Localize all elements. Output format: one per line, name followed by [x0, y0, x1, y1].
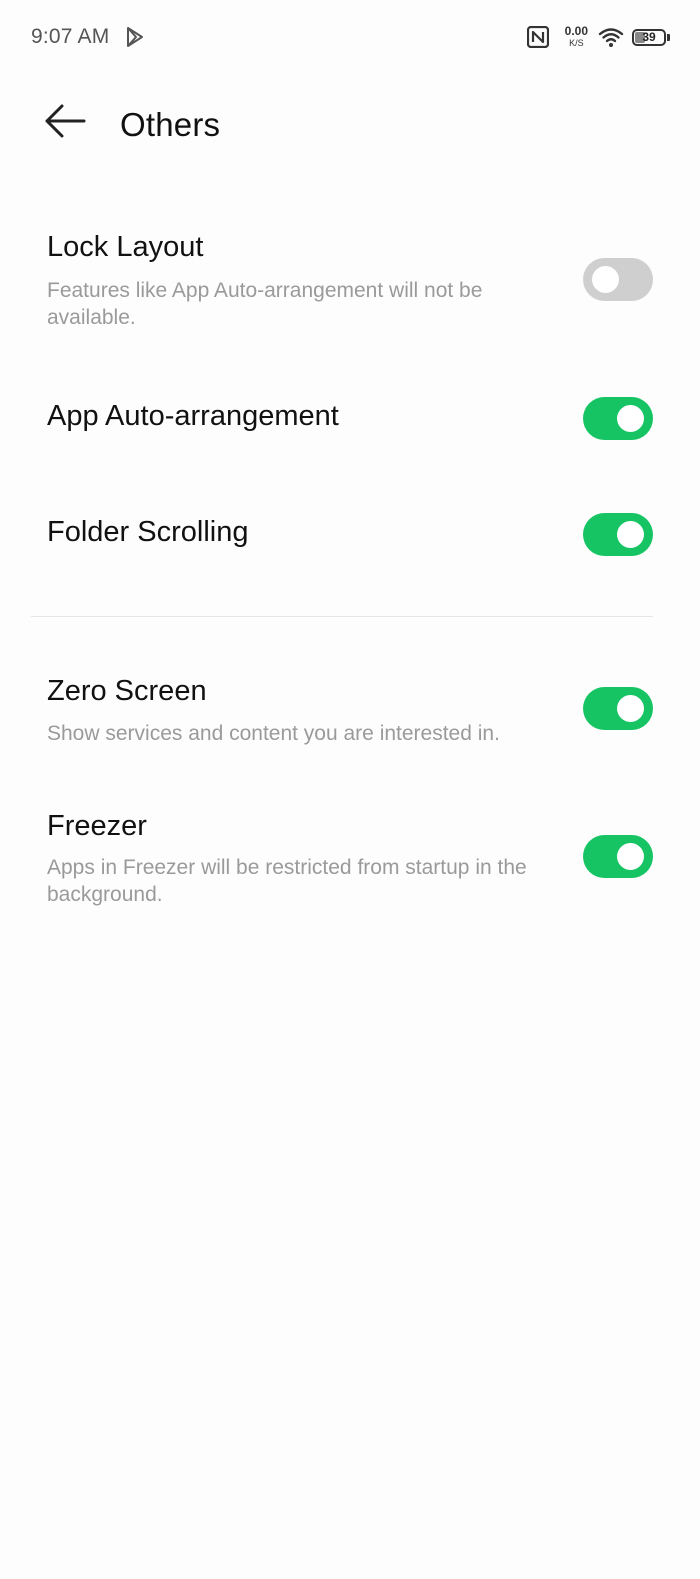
lock-layout-toggle[interactable] [583, 258, 653, 301]
freezer-toggle[interactable] [583, 835, 653, 878]
battery-nub [667, 33, 670, 41]
toggle-knob [617, 521, 644, 548]
setting-freezer[interactable]: Freezer Apps in Freezer will be restrict… [0, 790, 700, 930]
toggle-knob [592, 266, 619, 293]
page-title: Others [120, 106, 221, 143]
setting-lock-layout[interactable]: Lock Layout Features like App Auto-arran… [0, 200, 700, 350]
net-speed-unit: K/S [569, 38, 584, 48]
nfc-icon [526, 25, 549, 49]
setting-title: Freezer [47, 810, 147, 842]
toggle-knob [617, 695, 644, 722]
status-bar: 9:07 AM 0.00 K/S 39 [0, 0, 700, 76]
toggle-knob [617, 843, 644, 870]
net-speed-value: 0.00 [564, 24, 588, 38]
net-speed: 0.00 K/S [565, 25, 588, 49]
play-store-icon [124, 26, 146, 48]
setting-folder-scrolling[interactable]: Folder Scrolling [0, 490, 700, 590]
wifi-icon [598, 26, 624, 48]
toggle-knob [617, 405, 644, 432]
section-divider [31, 616, 653, 617]
app-bar: Others [0, 90, 700, 160]
folder-scrolling-toggle[interactable] [583, 513, 653, 556]
zero-screen-toggle[interactable] [583, 687, 653, 730]
setting-description: Apps in Freezer will be restricted from … [47, 856, 527, 906]
battery-level: 39 [642, 30, 656, 44]
setting-zero-screen[interactable]: Zero Screen Show services and content yo… [0, 660, 700, 770]
setting-app-auto-arrangement[interactable]: App Auto-arrangement [0, 370, 700, 470]
setting-title: Folder Scrolling [47, 516, 249, 548]
status-time: 9:07 AM [31, 25, 110, 48]
arrow-left-icon [44, 104, 86, 143]
app-auto-arrangement-toggle[interactable] [583, 397, 653, 440]
setting-title: App Auto-arrangement [47, 400, 339, 432]
back-button[interactable] [32, 90, 98, 156]
setting-description: Features like App Auto-arrangement will … [47, 279, 483, 329]
setting-title: Zero Screen [47, 675, 207, 707]
setting-title: Lock Layout [47, 231, 204, 263]
setting-description: Show services and content you are intere… [47, 722, 500, 745]
status-icons: 0.00 K/S 39 [526, 22, 670, 52]
battery-icon: 39 [632, 28, 666, 46]
